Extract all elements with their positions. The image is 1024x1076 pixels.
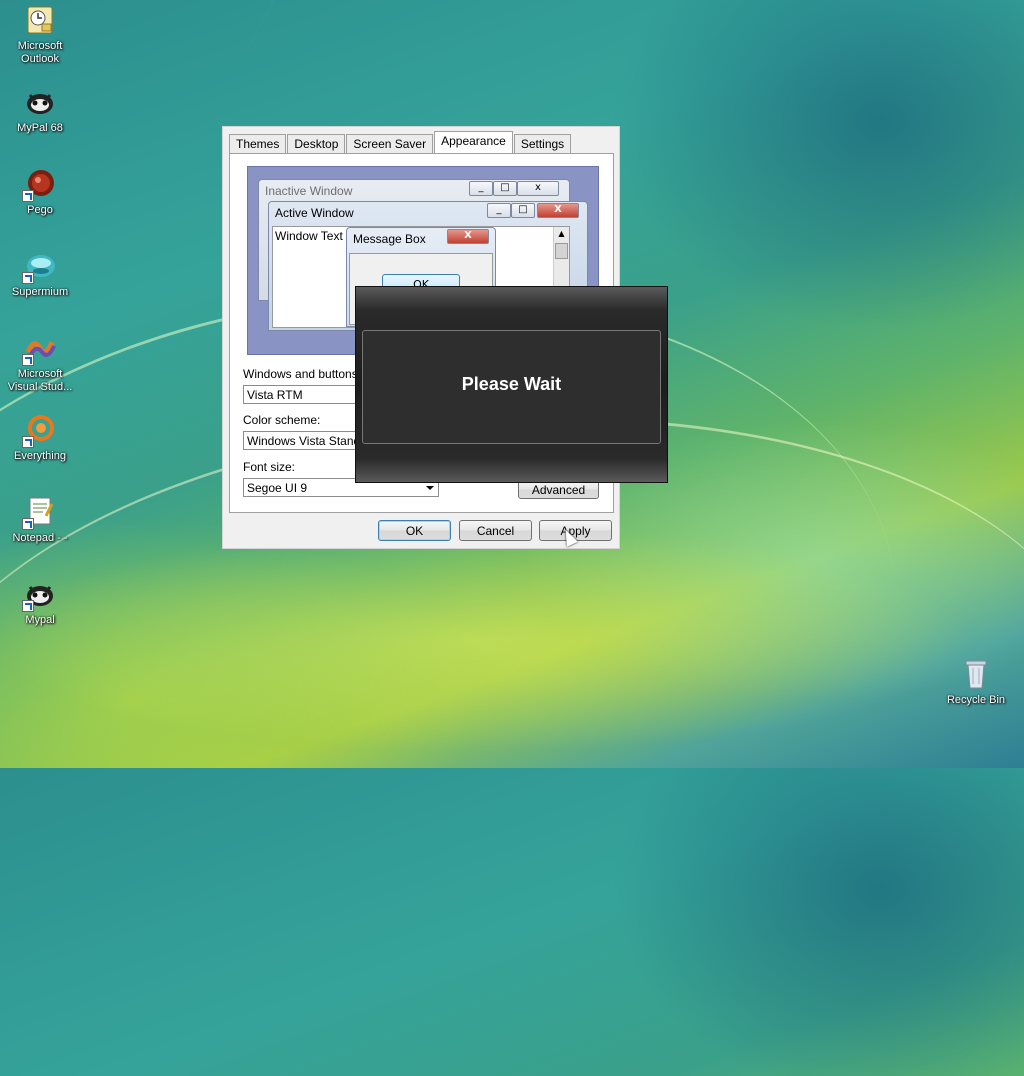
desktop-icon-label: Microsoft Visual Stud... <box>7 368 73 393</box>
shortcut-arrow-icon <box>22 190 34 202</box>
inactive-window-title: Inactive Window <box>265 184 353 198</box>
desktop-icon-notepad[interactable]: Notepad - - <box>2 496 78 545</box>
desktop-icon-outlook[interactable]: Microsoft Outlook <box>2 4 78 66</box>
desktop-icon-label: Supermium <box>11 286 69 298</box>
desktop-icon-recycle-bin[interactable]: Recycle Bin <box>938 658 1014 707</box>
desktop-icon-mypal[interactable]: Mypal <box>2 578 78 627</box>
window-text-sample: Window Text <box>275 229 343 243</box>
windows-buttons-value: Vista RTM <box>247 388 303 402</box>
shortcut-arrow-icon <box>22 600 34 612</box>
mypal-icon <box>24 86 56 118</box>
shortcut-arrow-icon <box>22 518 34 530</box>
maximize-icon: □ <box>493 181 517 196</box>
desktop-icon-visual-studio[interactable]: Microsoft Visual Stud... <box>2 332 78 394</box>
desktop-icon-label: Mypal <box>25 614 55 626</box>
message-box-title: Message Box <box>353 232 426 246</box>
recycle-bin-icon <box>960 658 992 690</box>
shortcut-arrow-icon <box>22 354 34 366</box>
desktop-icon-label: MyPal 68 <box>17 122 63 134</box>
close-icon: X <box>447 229 489 244</box>
tab-appearance[interactable]: Appearance <box>434 131 513 153</box>
everything-icon <box>22 414 56 448</box>
tab-desktop[interactable]: Desktop <box>287 134 346 153</box>
desktop-icon-label: Everything <box>14 450 66 462</box>
outlook-icon <box>24 4 56 36</box>
color-scheme-label: Color scheme: <box>243 413 321 427</box>
mypal-icon <box>22 578 56 612</box>
close-icon: x <box>517 181 559 196</box>
tab-screen-saver[interactable]: Screen Saver <box>346 134 434 153</box>
minimize-icon: _ <box>487 203 511 218</box>
tab-themes[interactable]: Themes <box>229 134 287 153</box>
font-size-value: Segoe UI 9 <box>247 481 308 495</box>
tab-strip: Themes Desktop Screen Saver Appearance S… <box>229 131 572 154</box>
shortcut-arrow-icon <box>22 272 34 284</box>
desktop-icon-label: Microsoft Outlook <box>17 40 63 65</box>
chevron-down-icon <box>426 486 434 490</box>
please-wait-message: Please Wait <box>461 374 562 394</box>
visual-studio-icon <box>22 332 56 366</box>
desktop-icon-pego[interactable]: Pego <box>2 168 78 217</box>
windows-buttons-label: Windows and buttons: <box>243 367 362 381</box>
desktop-icon-supermium[interactable]: Supermium <box>2 250 78 299</box>
desktop-icon-everything[interactable]: Everything <box>2 414 78 463</box>
close-icon: X <box>537 203 579 218</box>
please-wait-overlay: Please Wait <box>355 286 668 483</box>
shortcut-arrow-icon <box>22 436 34 448</box>
cancel-button[interactable]: Cancel <box>459 520 532 541</box>
active-window-title: Active Window <box>275 206 354 220</box>
minimize-icon: _ <box>469 181 493 196</box>
desktop-icon-label: Pego <box>27 204 53 216</box>
desktop-icon-label: Notepad - - <box>12 532 68 544</box>
scroll-up-icon: ▲ <box>558 229 565 238</box>
please-wait-panel: Please Wait <box>362 330 661 444</box>
notepad-icon <box>22 496 56 530</box>
font-size-label: Font size: <box>243 460 296 474</box>
pego-icon <box>22 168 56 202</box>
supermium-icon <box>22 250 56 284</box>
scroll-thumb <box>555 243 568 259</box>
tab-settings[interactable]: Settings <box>513 134 572 153</box>
ok-button[interactable]: OK <box>378 520 451 541</box>
maximize-icon: □ <box>511 203 535 218</box>
desktop-icon-label: Recycle Bin <box>946 694 1006 706</box>
desktop-icon-mypal68[interactable]: MyPal 68 <box>2 86 78 135</box>
